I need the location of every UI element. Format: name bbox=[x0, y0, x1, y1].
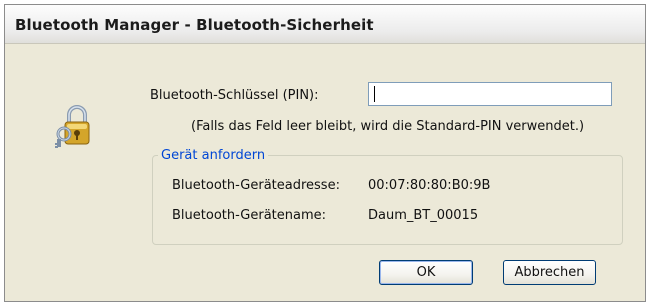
device-name-value: Daum_BT_00015 bbox=[368, 208, 479, 223]
bluetooth-security-dialog: Bluetooth Manager - Bluetooth-Sicherheit… bbox=[4, 4, 646, 302]
cancel-button[interactable]: Abbrechen bbox=[503, 260, 596, 285]
title-bar[interactable]: Bluetooth Manager - Bluetooth-Sicherheit bbox=[5, 5, 645, 44]
pin-input[interactable] bbox=[368, 82, 612, 106]
key-lock-icon bbox=[55, 105, 90, 148]
device-request-legend: Gerät anfordern bbox=[158, 148, 269, 163]
pin-hint: (Falls das Feld leer bleibt, wird die St… bbox=[191, 119, 585, 134]
ok-button[interactable]: OK bbox=[379, 260, 473, 285]
device-name-label: Bluetooth-Gerätename: bbox=[172, 208, 327, 223]
device-request-groupbox bbox=[152, 155, 623, 245]
device-address-label: Bluetooth-Geräteadresse: bbox=[172, 178, 340, 193]
pin-label: Bluetooth-Schlüssel (PIN): bbox=[150, 88, 319, 103]
window-title: Bluetooth Manager - Bluetooth-Sicherheit bbox=[15, 16, 374, 34]
text-caret bbox=[374, 86, 375, 102]
device-address-value: 00:07:80:80:B0:9B bbox=[368, 178, 491, 193]
